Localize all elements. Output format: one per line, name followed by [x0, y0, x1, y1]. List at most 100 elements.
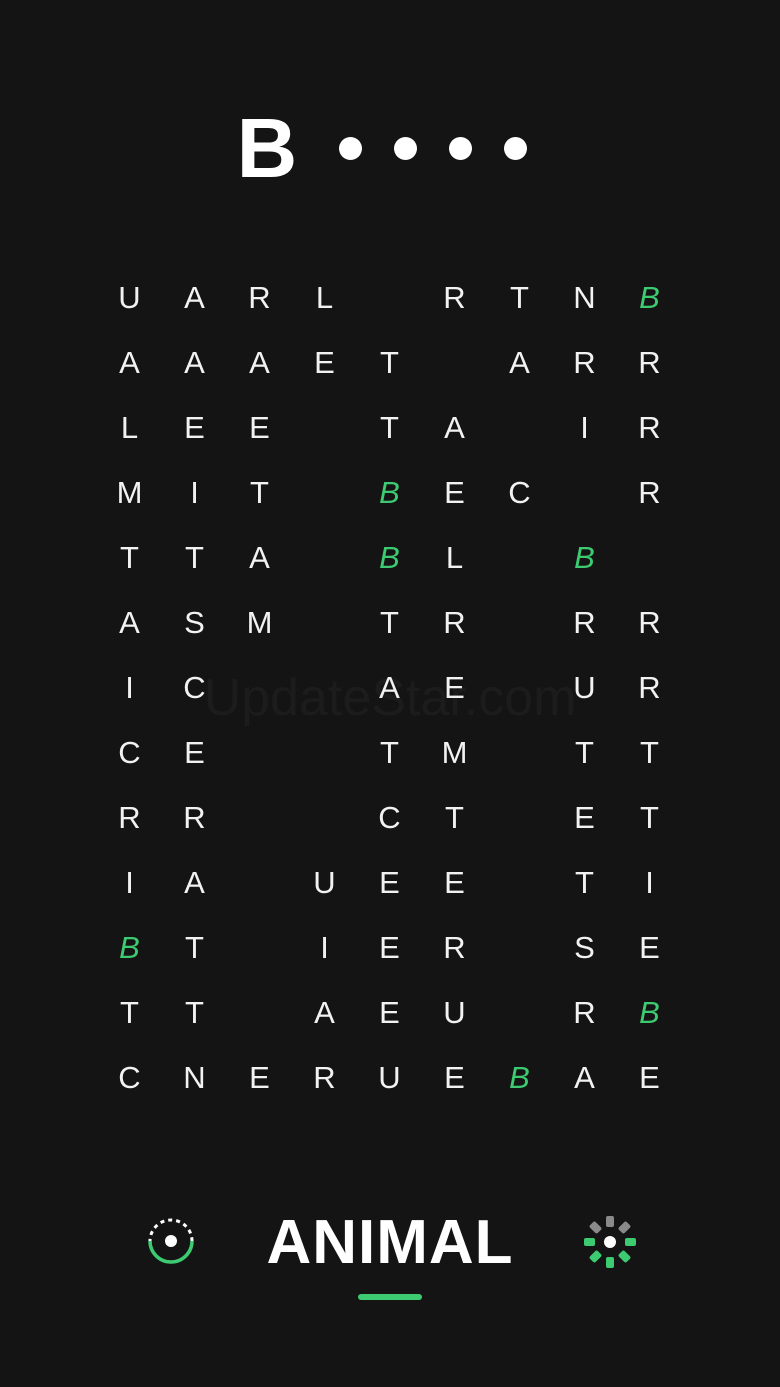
grid-letter[interactable]: N	[552, 265, 617, 330]
grid-letter[interactable]: R	[617, 395, 682, 460]
grid-letter[interactable]: E	[162, 720, 227, 785]
grid-letter[interactable]: T	[162, 915, 227, 980]
grid-letter[interactable]: T	[97, 980, 162, 1045]
grid-letter[interactable]: R	[552, 590, 617, 655]
grid-letter[interactable]: I	[617, 850, 682, 915]
grid-letter[interactable]: C	[97, 720, 162, 785]
grid-letter[interactable]: A	[97, 330, 162, 395]
grid-letter[interactable]: A	[227, 330, 292, 395]
grid-letter[interactable]: R	[552, 330, 617, 395]
grid-letter[interactable]: I	[162, 460, 227, 525]
grid-empty-cell	[227, 850, 292, 915]
grid-letter[interactable]: R	[617, 655, 682, 720]
grid-letter[interactable]: A	[487, 330, 552, 395]
grid-letter[interactable]: E	[162, 395, 227, 460]
settings-button[interactable]	[582, 1214, 638, 1270]
grid-letter[interactable]: L	[97, 395, 162, 460]
grid-letter[interactable]: A	[162, 265, 227, 330]
grid-letter[interactable]: T	[617, 785, 682, 850]
grid-letter[interactable]: M	[422, 720, 487, 785]
grid-letter[interactable]: E	[422, 655, 487, 720]
grid-letter[interactable]: M	[97, 460, 162, 525]
grid-letter[interactable]: R	[227, 265, 292, 330]
grid-letter[interactable]: T	[357, 590, 422, 655]
grid-letter[interactable]: E	[422, 850, 487, 915]
grid-empty-cell	[487, 980, 552, 1045]
grid-letter[interactable]: A	[422, 395, 487, 460]
grid-letter[interactable]: E	[357, 980, 422, 1045]
grid-letter[interactable]: T	[97, 525, 162, 590]
grid-letter[interactable]: T	[227, 460, 292, 525]
grid-letter[interactable]: U	[97, 265, 162, 330]
grid-letter[interactable]: B	[487, 1045, 552, 1110]
grid-letter[interactable]: R	[552, 980, 617, 1045]
grid-letter[interactable]: R	[162, 785, 227, 850]
grid-letter[interactable]: E	[617, 1045, 682, 1110]
grid-letter[interactable]: C	[357, 785, 422, 850]
grid-letter[interactable]: T	[357, 330, 422, 395]
grid-letter[interactable]: E	[227, 395, 292, 460]
grid-letter[interactable]: U	[552, 655, 617, 720]
hint-button[interactable]	[146, 1216, 196, 1266]
grid-letter[interactable]: T	[162, 980, 227, 1045]
grid-letter[interactable]: A	[552, 1045, 617, 1110]
grid-letter[interactable]: B	[357, 525, 422, 590]
grid-letter[interactable]: E	[422, 460, 487, 525]
grid-empty-cell	[487, 655, 552, 720]
grid-letter[interactable]: R	[617, 330, 682, 395]
grid-letter[interactable]: R	[617, 590, 682, 655]
grid-letter[interactable]: A	[162, 330, 227, 395]
grid-letter[interactable]: E	[357, 915, 422, 980]
grid-letter[interactable]: C	[97, 1045, 162, 1110]
grid-letter[interactable]: E	[422, 1045, 487, 1110]
grid-letter[interactable]: T	[552, 850, 617, 915]
grid-letter[interactable]: E	[617, 915, 682, 980]
grid-letter[interactable]: S	[162, 590, 227, 655]
grid-letter[interactable]: E	[357, 850, 422, 915]
grid-letter[interactable]: L	[422, 525, 487, 590]
grid-letter[interactable]: B	[552, 525, 617, 590]
grid-letter[interactable]: R	[422, 265, 487, 330]
grid-letter[interactable]: N	[162, 1045, 227, 1110]
grid-letter[interactable]: T	[487, 265, 552, 330]
grid-letter[interactable]: C	[487, 460, 552, 525]
grid-letter[interactable]: E	[292, 330, 357, 395]
grid-letter[interactable]: R	[617, 460, 682, 525]
grid-letter[interactable]: A	[292, 980, 357, 1045]
grid-letter[interactable]: I	[97, 850, 162, 915]
grid-letter[interactable]: T	[357, 720, 422, 785]
grid-letter[interactable]: E	[227, 1045, 292, 1110]
grid-letter[interactable]: A	[97, 590, 162, 655]
grid-letter[interactable]: I	[552, 395, 617, 460]
grid-letter[interactable]: A	[357, 655, 422, 720]
grid-letter[interactable]: B	[357, 460, 422, 525]
grid-letter[interactable]: I	[292, 915, 357, 980]
grid-letter[interactable]: U	[292, 850, 357, 915]
grid-letter[interactable]: B	[97, 915, 162, 980]
grid-letter[interactable]: R	[422, 590, 487, 655]
grid-letter[interactable]: E	[552, 785, 617, 850]
grid-letter[interactable]: T	[617, 720, 682, 785]
grid-letter[interactable]: U	[422, 980, 487, 1045]
letter-grid[interactable]: UARLRTNBAAAETARRLEETAIRMITBECRTTABLBASMT…	[97, 265, 682, 1110]
grid-letter[interactable]: B	[617, 980, 682, 1045]
grid-empty-cell	[227, 915, 292, 980]
grid-letter[interactable]: S	[552, 915, 617, 980]
grid-letter[interactable]: B	[617, 265, 682, 330]
grid-letter[interactable]: C	[162, 655, 227, 720]
grid-letter[interactable]: L	[292, 265, 357, 330]
grid-letter[interactable]: T	[422, 785, 487, 850]
grid-letter[interactable]: I	[97, 655, 162, 720]
grid-letter[interactable]: T	[357, 395, 422, 460]
grid-letter[interactable]: R	[422, 915, 487, 980]
hidden-letters	[323, 136, 543, 160]
grid-letter[interactable]: T	[162, 525, 227, 590]
grid-letter[interactable]: T	[552, 720, 617, 785]
grid-letter[interactable]: A	[162, 850, 227, 915]
grid-letter[interactable]: A	[227, 525, 292, 590]
hidden-letter-dot	[449, 136, 473, 160]
grid-letter[interactable]: R	[97, 785, 162, 850]
grid-letter[interactable]: M	[227, 590, 292, 655]
grid-letter[interactable]: U	[357, 1045, 422, 1110]
grid-letter[interactable]: R	[292, 1045, 357, 1110]
